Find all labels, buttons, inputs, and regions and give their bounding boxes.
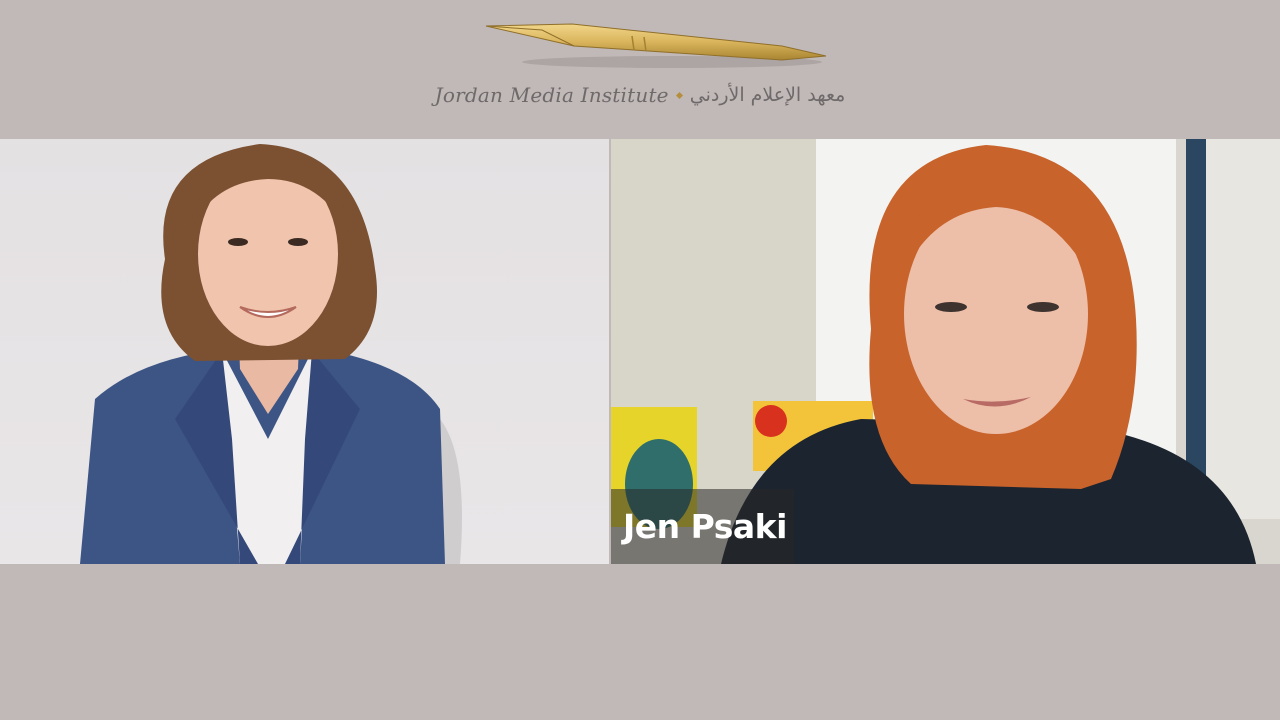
video-call-frame: Jordan Media Institute معهد الإعلام الأر… [0, 0, 1280, 720]
reed-pen-logo [485, 23, 827, 68]
participant-name-text: Jen Psaki [623, 507, 787, 546]
brand-line: Jordan Media Institute معهد الإعلام الأر… [0, 80, 1280, 110]
brand-name-english: Jordan Media Institute [434, 83, 669, 107]
header: Jordan Media Institute معهد الإعلام الأر… [0, 0, 1280, 138]
participant-left-image [80, 144, 462, 564]
participant-video-left[interactable] [0, 139, 609, 564]
brand-separator-dot [675, 91, 683, 99]
brand-name-arabic: معهد الإعلام الأردني [689, 84, 846, 106]
participant-video-right[interactable]: Jen Psaki [611, 139, 1280, 564]
participant-name-label: Jen Psaki [611, 489, 794, 564]
